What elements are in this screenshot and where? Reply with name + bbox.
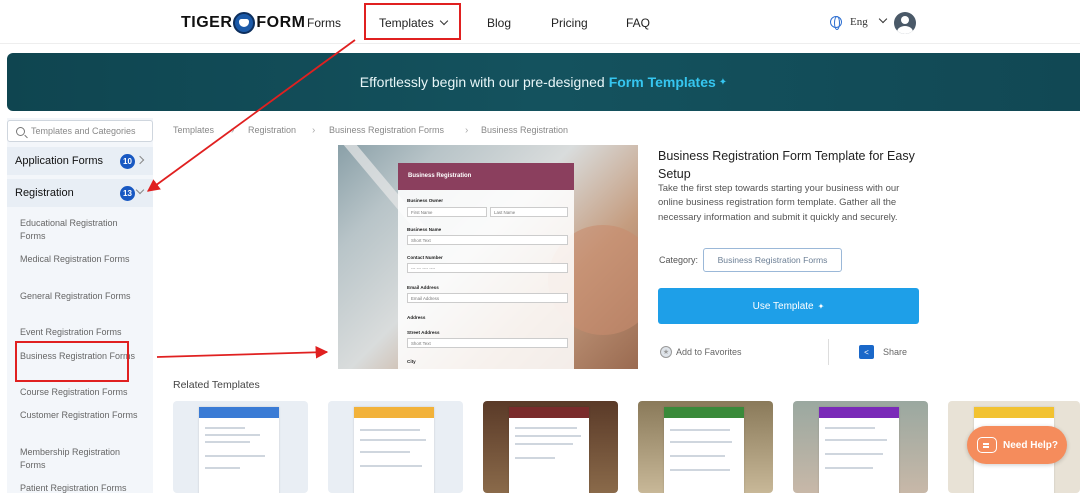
nav-templates-label: Templates [379,16,434,30]
related-template-card[interactable] [483,401,618,493]
need-help-label: Need Help? [1003,439,1059,451]
related-template-card[interactable] [793,401,928,493]
use-template-button[interactable]: Use Template ✦ [658,288,919,324]
share-label: Share [883,347,908,357]
annotation-arrow-to-preview [156,346,329,359]
chevron-right-icon [135,155,145,165]
related-templates-heading: Related Templates [173,379,260,391]
related-form-thumb [509,407,589,493]
sidebar-item-educational[interactable]: Educational Registration Forms [20,217,145,243]
preview-label: Contact Number [407,255,443,260]
preview-label: City [407,359,416,364]
breadcrumb-templates[interactable]: Templates [173,125,214,135]
chevron-down-icon [878,14,887,24]
template-preview-image[interactable]: Business Registration Business Owner Fir… [338,145,638,369]
preview-input: --- --- ---- ---- [407,263,568,273]
sidebar-item-membership[interactable]: Membership Registration Forms [20,446,145,472]
preview-input: First Name [407,207,487,217]
globe-icon [830,16,842,30]
category-chip[interactable]: Business Registration Forms [703,248,842,272]
preview-input: Last Name [490,207,568,217]
related-template-card[interactable] [173,401,308,493]
category-label: Category: [659,255,699,265]
category-registration[interactable]: Registration 13 [7,179,153,207]
user-avatar[interactable] [894,12,916,34]
template-description: Take the first step towards starting you… [658,183,900,223]
breadcrumb-separator: › [312,125,316,136]
related-template-card[interactable] [638,401,773,493]
logo[interactable]: TIGER FORM [181,12,306,34]
breadcrumb-separator: › [231,125,235,136]
share-icon: < [859,345,874,359]
preview-label: Email Address [407,285,439,290]
search-icon [16,126,25,136]
sparkle-icon: ✦ [718,76,728,88]
related-form-thumb [819,407,899,493]
breadcrumb-business-forms[interactable]: Business Registration Forms [329,125,444,135]
sidebar-item-course[interactable]: Course Registration Forms [20,386,145,399]
need-help-button[interactable]: Need Help? [967,426,1067,464]
preview-label: Street Address [407,330,440,335]
preview-form-title: Business Registration [398,163,574,190]
category-label: Application Forms [15,155,104,167]
logo-text-right: FORM [256,14,306,31]
annotation-box-business [15,341,129,382]
use-template-label: Use Template [752,300,814,312]
nav-forms[interactable]: Forms [307,16,341,30]
related-form-thumb [199,407,279,493]
preview-label: Business Name [407,227,442,232]
sidebar-item-event[interactable]: Event Registration Forms [20,326,145,339]
preview-input: Email Address [407,293,568,303]
sparkle-icon: ✦ [817,301,825,311]
count-badge: 10 [120,154,135,169]
sidebar-item-customer[interactable]: Customer Registration Forms [20,409,145,422]
logo-text-left: TIGER [181,14,233,31]
language-selector[interactable]: Eng [830,14,887,30]
related-form-thumb [664,407,744,493]
template-title: Business Registration Form Template for … [658,149,915,181]
category-label: Registration [15,187,74,199]
add-to-favorites-button[interactable]: ★ Add to Favorites [660,346,742,358]
search-placeholder: Templates and Categories [31,126,136,136]
divider [828,339,829,365]
sidebar-item-general[interactable]: General Registration Forms [20,290,145,303]
hero-banner: Effortlessly begin with our pre-designed… [7,53,1080,111]
language-label: Eng [850,16,868,28]
preview-label: Business Owner [407,198,443,203]
share-button[interactable]: < Share [859,345,907,359]
banner-text: Effortlessly begin with our pre-designed [359,74,605,90]
breadcrumb-separator: › [465,125,469,136]
chevron-down-icon [135,185,145,195]
nav-blog[interactable]: Blog [487,16,511,30]
category-sidebar: Templates and Categories Application For… [7,118,153,493]
chevron-down-icon [439,16,448,26]
category-application-forms[interactable]: Application Forms 10 [7,147,153,175]
related-template-card[interactable] [328,401,463,493]
sidebar-item-patient[interactable]: Patient Registration Forms [20,482,145,493]
chat-bubble-icon [977,437,997,453]
preview-label: Address [407,315,426,320]
count-badge: 13 [120,186,135,201]
favorite-label: Add to Favorites [676,347,742,357]
top-nav: TIGER FORM Forms Templates Blog Pricing … [0,0,1080,44]
star-icon: ★ [660,346,672,358]
tiger-logo-icon [233,12,256,34]
search-input[interactable]: Templates and Categories [7,120,153,142]
preview-input: Short Text [407,235,568,245]
breadcrumb-registration[interactable]: Registration [248,125,296,135]
preview-form-card: Business Registration Business Owner Fir… [398,163,574,369]
nav-pricing[interactable]: Pricing [551,16,588,30]
banner-highlight: Form Templates [608,74,716,90]
breadcrumb-current: Business Registration [481,125,569,135]
nav-faq[interactable]: FAQ [626,16,650,30]
nav-templates[interactable]: Templates [379,16,448,30]
preview-input: Short Text [407,338,568,348]
related-form-thumb [354,407,434,493]
sidebar-item-medical[interactable]: Medical Registration Forms [20,253,145,266]
